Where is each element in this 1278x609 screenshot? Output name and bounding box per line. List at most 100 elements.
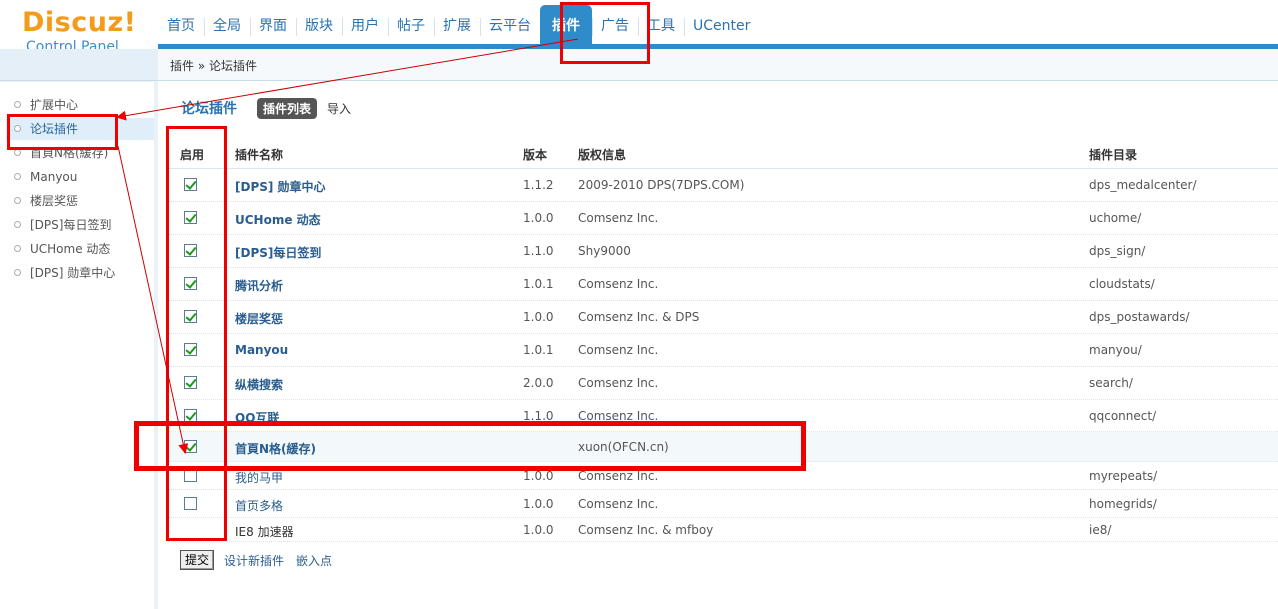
col-directory: 插件目录: [1089, 148, 1138, 162]
nav-item-ucenter[interactable]: UCenter: [684, 0, 759, 49]
plugin-name[interactable]: [DPS]每日签到: [235, 244, 321, 261]
plugin-directory: homegrids/: [1089, 497, 1157, 511]
tab-import[interactable]: 导入: [327, 100, 351, 117]
plugin-directory: qqconnect/: [1089, 409, 1157, 423]
sidebar-item-uchome[interactable]: UCHome 动态: [14, 239, 110, 259]
plugin-name[interactable]: IE8 加速器: [235, 523, 294, 540]
sidebar-item-dps-sign[interactable]: [DPS]每日签到: [14, 215, 111, 235]
plugin-copyright: Comsenz Inc.: [578, 211, 659, 225]
table-row: IE8 加速器 1.0.0 Comsenz Inc. & mfboy ie8/: [168, 518, 1278, 542]
nav-item-extend[interactable]: 扩展: [434, 0, 480, 49]
tab-plugin-list[interactable]: 插件列表: [257, 97, 318, 119]
plugin-directory: myrepeats/: [1089, 469, 1158, 483]
plugin-version: 1.0.0: [523, 310, 554, 324]
annotation-box-plugins-nav: [560, 2, 650, 64]
plugin-directory: cloudstats/: [1089, 277, 1155, 291]
plugin-directory: dps_postawards/: [1089, 310, 1190, 324]
sidebar-header: [0, 49, 158, 81]
table-row: 纵横搜索 2.0.0 Comsenz Inc. search/: [168, 367, 1278, 400]
plugin-version: 1.0.1: [523, 343, 554, 357]
logo-title: Discuz!: [22, 7, 137, 38]
annotation-box-highlight-row: [134, 421, 806, 471]
nav-item-forums[interactable]: 版块: [296, 0, 342, 49]
plugin-version: 1.0.0: [523, 469, 554, 483]
bullet-icon: [14, 173, 21, 180]
sidebar-item-label: Manyou: [30, 170, 78, 184]
plugin-name[interactable]: 首页多格: [235, 497, 283, 514]
breadcrumb: 插件 » 论坛插件: [170, 59, 257, 73]
plugin-name[interactable]: 我的马甲: [235, 469, 283, 486]
bullet-icon: [14, 245, 21, 252]
col-name: 插件名称: [235, 148, 284, 162]
plugin-copyright: 2009-2010 DPS(7DPS.COM): [578, 178, 745, 192]
bullet-icon: [14, 269, 21, 276]
plugin-copyright: Comsenz Inc.: [578, 497, 659, 511]
bullet-icon: [14, 197, 21, 204]
sidebar-item-label: [DPS] 勋章中心: [30, 266, 116, 280]
plugin-version: 1.0.1: [523, 277, 554, 291]
plugin-directory: search/: [1089, 376, 1133, 390]
plugin-name[interactable]: 楼层奖惩: [235, 310, 283, 327]
nav-item-home[interactable]: 首页: [158, 0, 204, 49]
col-copyright: 版权信息: [578, 148, 627, 162]
table-header-row: 启用 插件名称 版本 版权信息 插件目录: [168, 137, 1278, 169]
table-row: UCHome 动态 1.0.0 Comsenz Inc. uchome/: [168, 202, 1278, 235]
plugin-directory: dps_medalcenter/: [1089, 178, 1197, 192]
nav-item-global[interactable]: 全局: [204, 0, 250, 49]
embed-point-link[interactable]: 嵌入点: [296, 552, 332, 569]
plugin-copyright: Comsenz Inc.: [578, 277, 659, 291]
breadcrumb-bar: 插件 » 论坛插件: [158, 49, 1278, 81]
table-row: 楼层奖惩 1.0.0 Comsenz Inc. & DPS dps_postaw…: [168, 301, 1278, 334]
bullet-icon: [14, 149, 21, 156]
table-row: [DPS]每日签到 1.1.0 Shy9000 dps_sign/: [168, 235, 1278, 268]
plugin-version: 1.0.0: [523, 497, 554, 511]
bullet-icon: [14, 101, 21, 108]
plugin-version: 1.0.0: [523, 211, 554, 225]
annotation-box-sidebar: [7, 114, 118, 150]
plugin-version: 1.1.2: [523, 178, 554, 192]
plugin-copyright: Shy9000: [578, 244, 631, 258]
sidebar-item-dps-medal[interactable]: [DPS] 勋章中心: [14, 263, 115, 283]
sidebar-item-label: [DPS]每日签到: [30, 218, 112, 232]
table-row: 腾讯分析 1.0.1 Comsenz Inc. cloudstats/: [168, 268, 1278, 301]
plugin-version: 1.1.0: [523, 244, 554, 258]
plugin-name[interactable]: 腾讯分析: [235, 277, 283, 294]
col-version: 版本: [523, 148, 548, 162]
plugin-directory: dps_sign/: [1089, 244, 1146, 258]
plugin-directory: uchome/: [1089, 211, 1142, 225]
plugin-name[interactable]: Manyou: [235, 343, 288, 357]
plugin-copyright: Comsenz Inc.: [578, 376, 659, 390]
annotation-box-enable-column: [166, 126, 227, 541]
nav-item-style[interactable]: 界面: [250, 0, 296, 49]
table-row: Manyou 1.0.1 Comsenz Inc. manyou/: [168, 334, 1278, 367]
sidebar-item-label: 扩展中心: [30, 98, 79, 112]
nav-item-posts[interactable]: 帖子: [388, 0, 434, 49]
title-row: 论坛插件 插件列表 导入: [181, 97, 351, 119]
table-row: 首页多格 1.0.0 Comsenz Inc. homegrids/: [168, 490, 1278, 518]
page-root: { "logo": { "main": "Discuz!", "sub": "C…: [0, 0, 1278, 609]
sidebar-item-extension-center[interactable]: 扩展中心: [14, 95, 78, 115]
sidebar-item-label: UCHome 动态: [30, 242, 111, 256]
plugin-name[interactable]: [DPS] 勋章中心: [235, 178, 326, 195]
plugin-version: 2.0.0: [523, 376, 554, 390]
plugin-directory: ie8/: [1089, 523, 1112, 537]
plugin-name[interactable]: UCHome 动态: [235, 211, 321, 228]
plugin-copyright: Comsenz Inc.: [578, 343, 659, 357]
bullet-icon: [14, 221, 21, 228]
table-row: [DPS] 勋章中心 1.1.2 2009-2010 DPS(7DPS.COM)…: [168, 169, 1278, 202]
sidebar-divider: [154, 82, 158, 609]
plugin-copyright: Comsenz Inc. & mfboy: [578, 523, 714, 537]
plugin-copyright: Comsenz Inc. & DPS: [578, 310, 700, 324]
sidebar-item-postawards[interactable]: 楼层奖惩: [14, 191, 78, 211]
plugin-copyright: Comsenz Inc.: [578, 469, 659, 483]
plugin-version: 1.0.0: [523, 523, 554, 537]
sidebar-item-manyou[interactable]: Manyou: [14, 167, 77, 187]
plugin-directory: manyou/: [1089, 343, 1142, 357]
plugin-name[interactable]: 纵横搜索: [235, 376, 283, 393]
submit-button[interactable]: 提交: [180, 550, 215, 570]
page-title: 论坛插件: [181, 101, 237, 117]
design-plugin-link[interactable]: 设计新插件: [224, 552, 284, 569]
nav-item-users[interactable]: 用户: [342, 0, 388, 49]
sidebar-item-label: 楼层奖惩: [30, 194, 79, 208]
nav-item-cloud[interactable]: 云平台: [480, 0, 540, 49]
